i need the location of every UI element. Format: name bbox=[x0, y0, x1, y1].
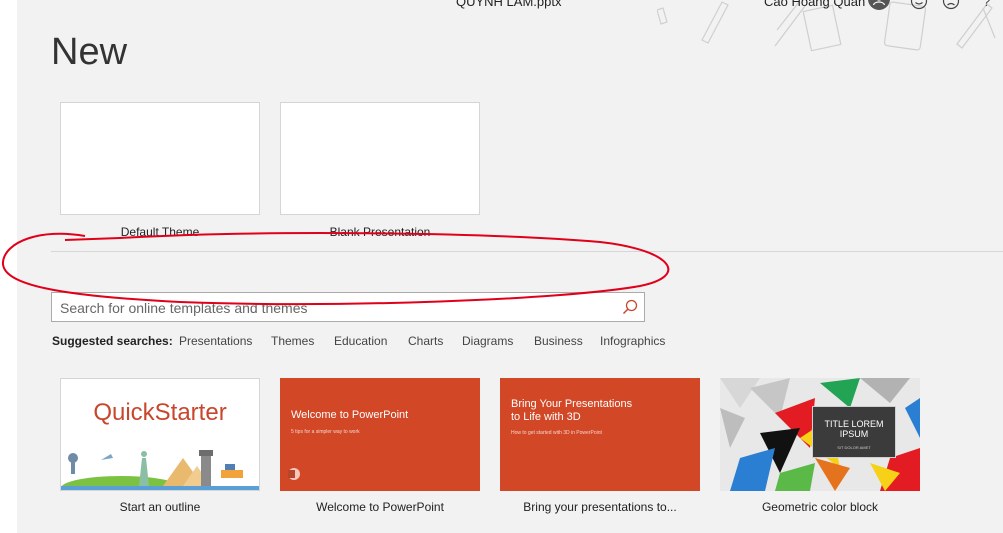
quickstarter-title: QuickStarter bbox=[93, 399, 227, 426]
blank-presentation-thumbnail[interactable] bbox=[280, 102, 480, 215]
powerpoint-logo-icon bbox=[288, 468, 300, 480]
default-theme-thumbnail[interactable] bbox=[60, 102, 260, 215]
3d-template-title-line2: to Life with 3D bbox=[511, 411, 581, 423]
search-icon[interactable] bbox=[622, 299, 638, 315]
welcome-template-title: Welcome to PowerPoint bbox=[291, 409, 409, 421]
person-icon bbox=[872, 0, 886, 6]
welcome-template-subtitle: 5 tips for a simpler way to work bbox=[291, 429, 360, 435]
smile-feedback-icon[interactable] bbox=[910, 0, 928, 10]
suggested-business-link[interactable]: Business bbox=[534, 334, 583, 348]
suggested-charts-link[interactable]: Charts bbox=[408, 334, 443, 348]
suggested-presentations-link[interactable]: Presentations bbox=[179, 334, 252, 348]
suggested-diagrams-link[interactable]: Diagrams bbox=[462, 334, 513, 348]
search-input[interactable] bbox=[58, 297, 612, 319]
geometric-subtitle: SIT DOLOR AMET bbox=[837, 445, 871, 450]
geometric-title-line1: TITLE LOREM bbox=[824, 419, 884, 429]
default-theme-caption[interactable]: Default Theme bbox=[60, 225, 260, 239]
template-search-box[interactable] bbox=[51, 292, 645, 322]
backstage-new-pane: QUYNH LAM.pptx Cao Hoang Quan ? New Defa… bbox=[17, 0, 1003, 533]
template-quickstarter-thumbnail[interactable]: QuickStarter bbox=[60, 378, 260, 491]
geometric-title-line2: IPSUM bbox=[839, 429, 869, 439]
suggested-infographics-link[interactable]: Infographics bbox=[600, 334, 665, 348]
suggested-education-link[interactable]: Education bbox=[334, 334, 387, 348]
frown-feedback-icon[interactable] bbox=[942, 0, 960, 10]
page-title: New bbox=[51, 31, 128, 73]
template-quickstarter-caption[interactable]: Start an outline bbox=[60, 500, 260, 514]
template-3d-caption[interactable]: Bring your presentations to... bbox=[500, 500, 700, 514]
template-geometric-thumbnail[interactable]: TITLE LOREM IPSUM SIT DOLOR AMET bbox=[720, 378, 920, 491]
3d-template-title-line1: Bring Your Presentations bbox=[511, 398, 633, 410]
landmarks-illustration bbox=[61, 450, 259, 490]
template-welcome-caption[interactable]: Welcome to PowerPoint bbox=[280, 500, 480, 514]
suggested-themes-link[interactable]: Themes bbox=[271, 334, 314, 348]
template-geometric-caption[interactable]: Geometric color block bbox=[720, 500, 920, 514]
user-name[interactable]: Cao Hoang Quan bbox=[764, 0, 865, 9]
file-name-title: QUYNH LAM.pptx bbox=[456, 0, 562, 9]
help-icon[interactable]: ? bbox=[983, 0, 990, 9]
suggested-searches-label: Suggested searches: bbox=[52, 334, 173, 348]
template-3d-thumbnail[interactable]: Bring Your Presentations to Life with 3D… bbox=[500, 378, 700, 491]
blank-presentation-caption[interactable]: Blank Presentation bbox=[280, 225, 480, 239]
template-welcome-thumbnail[interactable]: Welcome to PowerPoint 5 tips for a simpl… bbox=[280, 378, 480, 491]
3d-template-subtitle: How to get started with 3D in PowerPoint bbox=[511, 430, 602, 436]
section-divider bbox=[51, 251, 1003, 252]
geometric-title-box: TITLE LOREM IPSUM SIT DOLOR AMET bbox=[812, 406, 896, 458]
